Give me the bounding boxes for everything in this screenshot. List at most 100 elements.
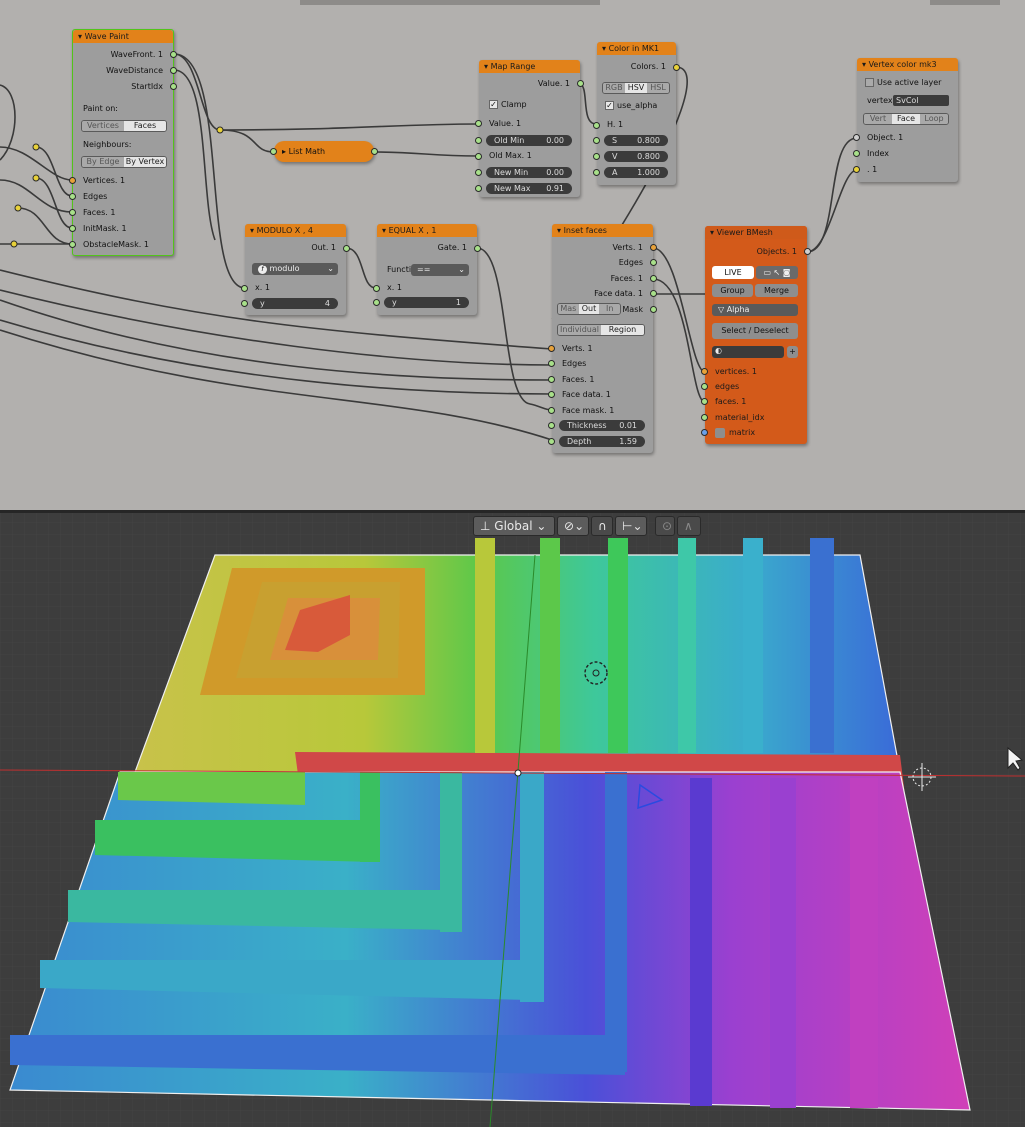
old-min-field[interactable]: Old Min 0.00 [486, 135, 572, 146]
thickness-field[interactable]: Thickness 0.01 [559, 420, 645, 431]
new-max-field[interactable]: New Max 0.91 [486, 183, 572, 194]
option-hsl[interactable]: HSL [647, 83, 669, 93]
output-socket[interactable] [170, 83, 177, 90]
node-header[interactable]: ▾ Vertex color mk3 [857, 58, 958, 71]
node-modulo[interactable]: ▾ MODULO X , 4 Out. 1 f modulo ⌄ x. 1 y4 [241, 224, 350, 315]
input-socket[interactable] [69, 225, 76, 232]
output-socket[interactable] [650, 290, 657, 297]
node-header[interactable]: ▾ Color in MK1 [597, 42, 676, 55]
input-socket[interactable] [701, 368, 708, 375]
input-socket[interactable] [69, 177, 76, 184]
snap-target-dropdown[interactable]: ⊢⌄ [615, 516, 647, 536]
input-socket[interactable] [701, 383, 708, 390]
proportional-edit-toggle[interactable]: ⊙ [655, 516, 675, 536]
option-rgb[interactable]: RGB [603, 83, 625, 93]
input-socket[interactable] [701, 414, 708, 421]
color-mode-toggle[interactable]: RGB HSV HSL [602, 82, 670, 94]
camera-icon[interactable]: ◙ [783, 268, 791, 277]
input-socket[interactable] [853, 150, 860, 157]
input-socket[interactable] [593, 153, 600, 160]
v-field[interactable]: V 0.800 [604, 151, 668, 162]
y-field[interactable]: y1 [384, 297, 469, 308]
input-socket[interactable] [241, 285, 248, 292]
clamp-checkbox[interactable]: ✓ [489, 100, 498, 109]
3d-viewport[interactable]: ⊥ Global ⌄ ⊘⌄ ∩ ⊢⌄ ⊙ ∧ [0, 510, 1025, 1127]
node-vertex-color[interactable]: ▾ Vertex color mk3 Use active layer vert… [853, 58, 958, 182]
layer-field[interactable]: SvCol [893, 95, 949, 106]
object-field[interactable]: ◐ [712, 346, 784, 358]
input-socket[interactable] [69, 193, 76, 200]
node-inset-faces[interactable]: ▾ Inset faces Verts. 1 Edges Faces. 1 Fa… [548, 224, 657, 453]
input-socket[interactable] [475, 120, 482, 127]
node-equal[interactable]: ▾ EQUAL X , 1 Gate. 1 Functi == ⌄ x. 1 y1 [373, 224, 481, 315]
node-header[interactable]: ▾ EQUAL X , 1 [377, 224, 477, 237]
output-socket[interactable] [650, 244, 657, 251]
input-socket[interactable] [593, 137, 600, 144]
output-socket[interactable] [650, 306, 657, 313]
input-socket[interactable] [548, 422, 555, 429]
option-by-edge[interactable]: By Edge [82, 157, 124, 167]
function-select[interactable]: f modulo ⌄ [252, 263, 338, 275]
operator-select[interactable]: == ⌄ [411, 264, 469, 276]
input-socket[interactable] [475, 169, 482, 176]
output-socket[interactable] [170, 67, 177, 74]
option-faces[interactable]: Faces [124, 121, 166, 131]
group-button[interactable]: Group [712, 284, 753, 297]
use-alpha-checkbox[interactable]: ✓ [605, 101, 614, 110]
pivot-dropdown[interactable]: ⊘⌄ [557, 516, 589, 536]
option-vertices[interactable]: Vertices [82, 121, 124, 131]
node-viewer-bmesh[interactable]: ▾ Viewer BMesh Objects. 1 LIVE ▭ ↖ ◙ Gro… [701, 226, 811, 444]
input-socket[interactable] [701, 429, 708, 436]
node-header[interactable]: ▾ MODULO X , 4 [245, 224, 346, 237]
select-deselect-button[interactable]: Select / Deselect [712, 323, 798, 339]
output-socket[interactable] [673, 64, 680, 71]
input-socket[interactable] [593, 122, 600, 129]
node-color-in[interactable]: ▾ Color in MK1 Colors. 1 RGB HSV HSL ✓ us… [593, 42, 680, 185]
material-select[interactable]: ▽ Alpha [712, 304, 798, 316]
node-header[interactable]: ▾ Viewer BMesh [705, 226, 807, 239]
input-socket[interactable] [548, 407, 555, 414]
node-header[interactable]: ▾ Map Range [479, 60, 580, 73]
input-socket[interactable] [853, 166, 860, 173]
input-socket[interactable] [853, 134, 860, 141]
transform-orientation-dropdown[interactable]: ⊥ Global ⌄ [473, 516, 555, 536]
input-socket[interactable] [548, 345, 555, 352]
node-editor[interactable]: ▾ Wave Paint WaveFront. 1 WaveDistance S… [0, 0, 1025, 510]
input-socket[interactable] [475, 137, 482, 144]
add-icon[interactable]: + [787, 346, 798, 358]
input-socket[interactable] [373, 299, 380, 306]
node-header[interactable]: ▾ Inset faces [552, 224, 653, 237]
option-individual[interactable]: Individual [558, 325, 601, 335]
option-mask[interactable]: Mas [558, 304, 579, 314]
input-socket[interactable] [548, 438, 555, 445]
output-socket[interactable] [371, 148, 378, 155]
a-field[interactable]: A 1.000 [604, 167, 668, 178]
use-alpha-row[interactable]: ✓ use_alpha [597, 99, 676, 113]
monitor-icon[interactable]: ▭ [763, 268, 771, 277]
option-by-vertex[interactable]: By Vertex [124, 157, 166, 167]
display-toggles[interactable]: ▭ ↖ ◙ [756, 266, 798, 279]
input-socket[interactable] [373, 285, 380, 292]
input-socket[interactable] [701, 398, 708, 405]
output-socket[interactable] [170, 51, 177, 58]
input-socket[interactable] [548, 376, 555, 383]
option-out[interactable]: Out [578, 304, 600, 314]
input-socket[interactable] [241, 300, 248, 307]
clamp-row[interactable]: ✓ Clamp [479, 98, 580, 112]
input-socket[interactable] [475, 153, 482, 160]
mask-mode-toggle[interactable]: Mas Out In [557, 303, 621, 315]
output-socket[interactable] [804, 248, 811, 255]
viewport-canvas[interactable] [0, 510, 1025, 1127]
paint-on-toggle[interactable]: Vertices Faces [81, 120, 167, 132]
input-socket[interactable] [475, 185, 482, 192]
node-map-range[interactable]: ▾ Map Range Value. 1 ✓ Clamp Value. 1 Old… [475, 60, 584, 197]
neighbours-toggle[interactable]: By Edge By Vertex [81, 156, 167, 168]
option-loop[interactable]: Loop [920, 114, 948, 124]
snap-toggle[interactable]: ∩ [591, 516, 613, 536]
output-socket[interactable] [474, 245, 481, 252]
output-socket[interactable] [650, 275, 657, 282]
output-socket[interactable] [577, 80, 584, 87]
input-socket[interactable] [270, 148, 277, 155]
use-active-checkbox[interactable] [865, 78, 874, 87]
node-header[interactable]: ▾ Wave Paint [73, 30, 173, 43]
